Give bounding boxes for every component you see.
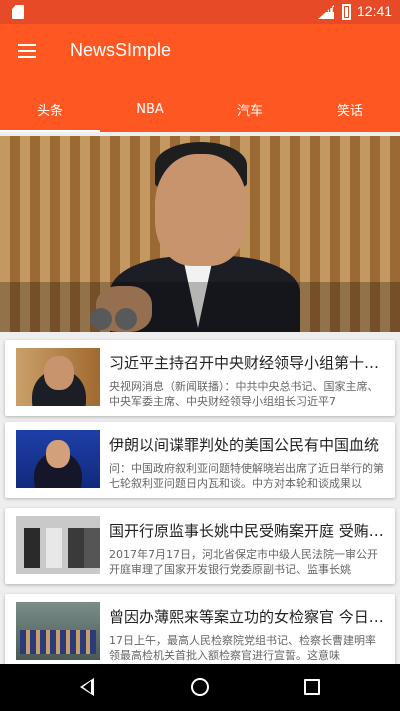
network-type: LTE (324, 6, 337, 14)
app-bar: NewsSImple 头条 NBA 汽车 笑话 (0, 24, 400, 132)
news-summary: 2017年7月17日，河北省保定市中级人民法院一审公开开庭审理了国家开发银行党委… (109, 548, 378, 576)
tab-bar: 头条 NBA 汽车 笑话 (0, 86, 400, 132)
news-card[interactable]: 习近平主持召开中央财经领导小组第十六次会议 央视网消息（新闻联播）：中共中央总书… (5, 340, 395, 416)
status-time: 12:41 (357, 3, 393, 19)
news-thumbnail (16, 602, 100, 660)
news-card[interactable]: 国开行原监事长姚中民受贿案开庭 受贿金额 2017年7月17日，河北省保定市中级… (5, 508, 395, 584)
battery-icon (342, 4, 351, 20)
news-title: 习近平主持召开中央财经领导小组第十六次会议 (109, 354, 385, 372)
news-card[interactable]: 伊朗以间谍罪判处的美国公民有中国血统 问：中国政府叙利亚问题特使解晓岩出席了近日… (5, 422, 395, 498)
news-summary: 17日上午，最高人民检察院党组书记、检察长曹建明率领最高检机关首批入额检察官进行… (109, 634, 376, 662)
news-list: 习近平主持召开中央财经领导小组第十六次会议 央视网消息（新闻联播）：中共中央总书… (0, 332, 400, 664)
tab-nba[interactable]: NBA (100, 86, 200, 132)
news-thumbnail (16, 516, 100, 574)
tab-auto[interactable]: 汽车 (200, 86, 300, 132)
status-bar: LTE 12:41 (0, 0, 400, 24)
back-icon[interactable] (80, 678, 94, 696)
hero-image[interactable] (0, 136, 400, 332)
app-title: NewsSImple (70, 40, 172, 60)
news-title: 曾因办薄熙来等案立功的女检察官 今日履新 (109, 608, 385, 626)
news-summary: 央视网消息（新闻联播）：中共中央总书记、国家主席、中央军委主席、中央财经领导小组… (109, 380, 379, 408)
tab-jokes[interactable]: 笑话 (300, 86, 400, 132)
menu-icon[interactable] (18, 44, 38, 58)
sd-card-icon (12, 5, 24, 19)
news-summary: 问：中国政府叙利亚问题特使解晓岩出席了近日举行的第七轮叙利亚问题日内瓦和谈。中方… (109, 462, 384, 490)
system-nav-bar (0, 664, 400, 711)
news-title: 国开行原监事长姚中民受贿案开庭 受贿金额 (109, 522, 385, 540)
recent-apps-icon[interactable] (304, 679, 320, 695)
home-icon[interactable] (191, 678, 209, 696)
news-card[interactable]: 曾因办薄熙来等案立功的女检察官 今日履新 17日上午，最高人民检察院党组书记、检… (5, 594, 395, 664)
tab-headlines[interactable]: 头条 (0, 86, 100, 132)
news-thumbnail (16, 430, 100, 488)
news-title: 伊朗以间谍罪判处的美国公民有中国血统 (109, 436, 380, 454)
news-thumbnail (16, 348, 100, 406)
